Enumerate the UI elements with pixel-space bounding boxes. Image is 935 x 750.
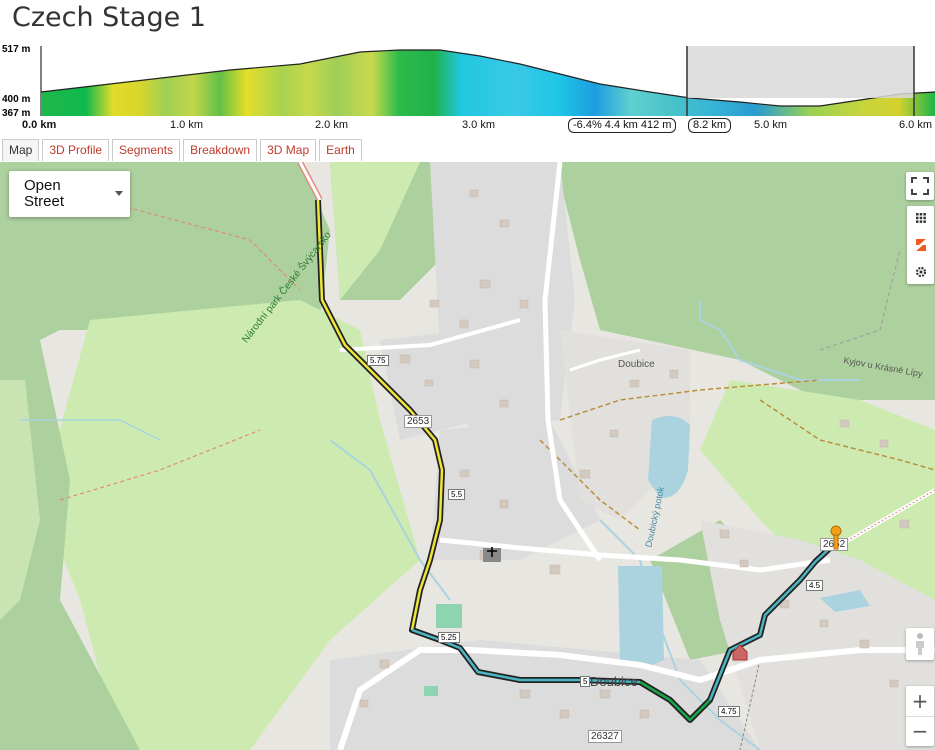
settings-button[interactable] [907, 261, 934, 284]
profile-y-mid-label: 400 m [2, 94, 31, 105]
tab-3d-profile[interactable]: 3D Profile [42, 139, 110, 161]
km-marker: 5 [580, 676, 591, 687]
km-marker: 4.5 [806, 580, 824, 591]
profile-x-label: 1.0 km [170, 119, 204, 131]
grid-button[interactable] [907, 206, 934, 229]
profile-y-max-label: 517 m [2, 44, 31, 55]
km-marker: 5.25 [438, 632, 460, 643]
map-tiles [0, 162, 935, 750]
street-view-button[interactable] [906, 628, 934, 660]
map-layer-label: Open Street [24, 177, 65, 210]
map-canvas[interactable]: Národní park České Švýcarsko Doubice Dou… [0, 162, 935, 750]
pegman-icon [916, 633, 924, 655]
strava-icon [915, 238, 926, 251]
profile-x-label: 6.0 km [899, 119, 933, 131]
village-main-label: Doubice [590, 674, 638, 689]
fullscreen-icon [911, 177, 929, 195]
strava-button[interactable] [907, 233, 934, 256]
caret-down-icon [115, 191, 123, 196]
road-number-label: 2653 [404, 415, 433, 428]
village-label: Doubice [618, 359, 655, 370]
fullscreen-button[interactable] [906, 172, 934, 200]
tab-breakdown[interactable]: Breakdown [183, 139, 258, 161]
profile-x-label: 0.0 km [22, 119, 57, 131]
cursor-readout: -6.4% 4.4 km 412 m [568, 118, 677, 133]
profile-x-label: 3.0 km [462, 119, 496, 131]
page-title: Czech Stage 1 [12, 2, 206, 33]
tab-earth[interactable]: Earth [319, 139, 362, 161]
pin-icon[interactable] [829, 525, 843, 551]
zoom-controls: + − [906, 686, 934, 746]
profile-x-label: 2.0 km [315, 119, 349, 131]
tab-segments[interactable]: Segments [112, 139, 181, 161]
map-tools-panel [907, 206, 934, 284]
map-layer-select[interactable]: Open Street [9, 171, 130, 217]
profile-x-label: 5.0 km [754, 119, 788, 131]
gear-icon [915, 267, 926, 278]
selection-length: 8.2 km [688, 118, 732, 133]
km-marker: 4.75 [718, 706, 740, 717]
profile-y-min-label: 367 m [2, 108, 31, 119]
road-number-label: 26327 [588, 730, 622, 743]
view-tabs: Map 3D Profile Segments Breakdown 3D Map… [2, 139, 362, 162]
zoom-in-icon[interactable]: + [906, 687, 934, 717]
zoom-out-icon[interactable]: − [906, 717, 934, 746]
km-marker: 5.75 [367, 355, 389, 366]
grid-icon [915, 212, 926, 223]
tab-3d-map[interactable]: 3D Map [260, 139, 317, 161]
sports-field [436, 604, 462, 628]
church-icon [483, 547, 501, 562]
km-marker: 5.5 [448, 489, 466, 500]
tab-map[interactable]: Map [2, 139, 40, 161]
